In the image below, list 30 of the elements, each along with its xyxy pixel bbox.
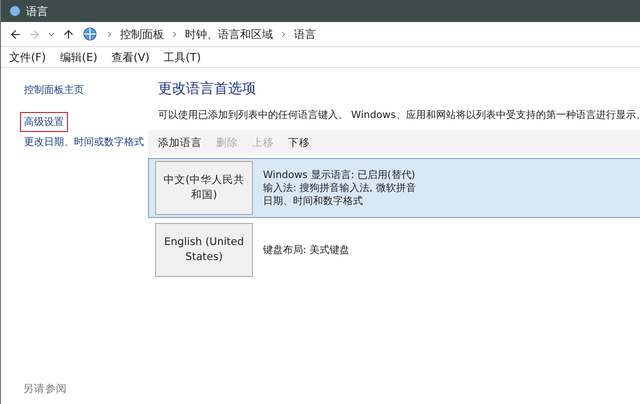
up-icon[interactable] bbox=[62, 28, 75, 40]
breadcrumb-item[interactable]: 控制面板 bbox=[120, 26, 164, 42]
language-button[interactable]: 中文(中华人民共和国) bbox=[155, 161, 253, 215]
language-detail: Windows 显示语言: 已启用(替代) bbox=[263, 168, 416, 182]
chevron-icon bbox=[279, 30, 288, 38]
description-text: 可以使用已添加到列表中的任何语言键入。 Windows、应用和网站将以列表中受支持的第一种语言进行显示。 bbox=[157, 108, 640, 122]
menu-item[interactable]: 查看(V) bbox=[111, 50, 150, 64]
toolbar-button[interactable]: 添加语言 bbox=[158, 136, 202, 150]
globe-icon bbox=[81, 26, 99, 42]
language-detail: 键盘布局: 美式键盘 bbox=[263, 244, 350, 256]
page-heading: 更改语言首选项 bbox=[157, 80, 257, 98]
breadcrumb-item[interactable]: 语言 bbox=[294, 26, 316, 42]
chevron-icon bbox=[170, 30, 179, 38]
breadcrumb-item[interactable]: 时钟、语言和区域 bbox=[185, 26, 273, 42]
language-row[interactable]: 中文(中华人民共和国) Windows 显示语言: 已启用(替代) 输入法: 搜狗拼音输入法, 微软拼音 日期、时间和数字格式 bbox=[148, 158, 640, 218]
menu-item[interactable]: 文件(F) bbox=[9, 50, 46, 64]
chevron-icon bbox=[105, 30, 114, 38]
toolbar-button[interactable]: 下移 bbox=[288, 136, 310, 150]
sidebar-link[interactable]: 更改日期、时间或数字格式 bbox=[20, 132, 148, 152]
app-icon bbox=[9, 5, 21, 17]
menu-item[interactable]: 编辑(E) bbox=[60, 50, 98, 64]
sidebar-link[interactable]: 高级设置 bbox=[20, 112, 68, 132]
language-detail: 输入法: 搜狗拼音输入法, 微软拼音 bbox=[263, 182, 416, 194]
see-also-label: 另请参阅 bbox=[23, 382, 68, 396]
language-button[interactable]: English (United States) bbox=[155, 223, 253, 277]
back-icon[interactable] bbox=[9, 28, 22, 40]
menu-item[interactable]: 工具(T) bbox=[164, 50, 201, 64]
language-detail: 日期、时间和数字格式 bbox=[263, 194, 364, 208]
window-title: 语言 bbox=[26, 4, 48, 18]
sidebar-link[interactable]: 控制面板主页 bbox=[20, 80, 88, 100]
